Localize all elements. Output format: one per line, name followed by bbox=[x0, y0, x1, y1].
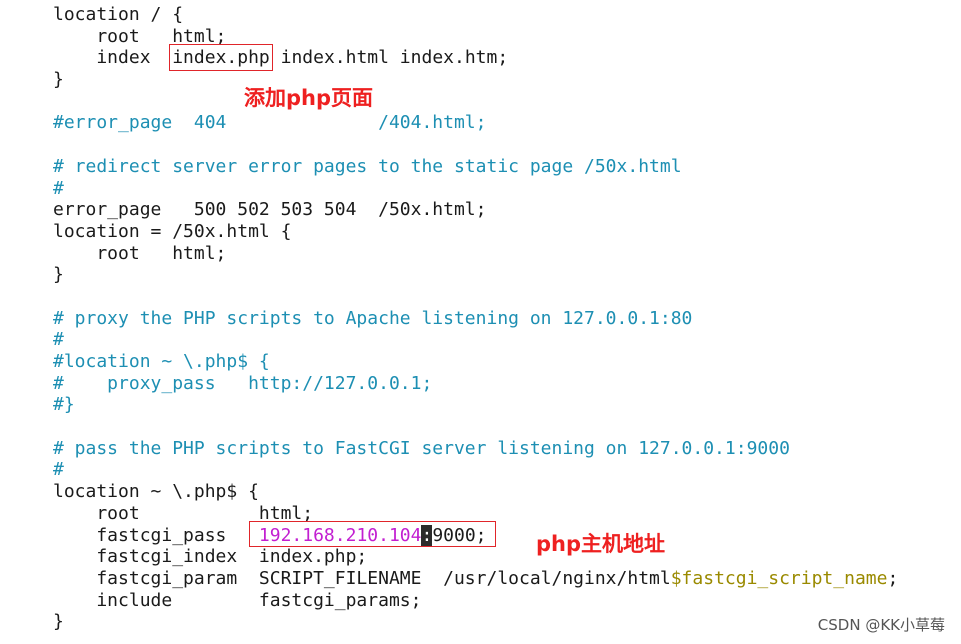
code-text: } bbox=[53, 264, 64, 286]
highlight-index-php: index.php bbox=[169, 44, 273, 72]
code-comment: #error_page 404 /404.html; bbox=[53, 112, 487, 134]
code-text: } bbox=[53, 69, 64, 91]
code-text: location / { bbox=[53, 4, 184, 25]
code-text: location = /50x.html { bbox=[53, 220, 292, 242]
code-text: fastcgi_index index.php; bbox=[53, 546, 368, 568]
code-line: root html; bbox=[53, 26, 898, 48]
code-text: index bbox=[53, 47, 173, 69]
code-text: error_page 500 502 503 504 /50x.html; bbox=[53, 199, 487, 221]
code-line: error_page 500 502 503 504 /50x.html; bbox=[53, 199, 898, 221]
code-line: } bbox=[53, 611, 898, 633]
code-text: location ~ \.php$ { bbox=[53, 481, 259, 503]
code-line: # bbox=[53, 178, 898, 200]
code-comment: # pass the PHP scripts to FastCGI server… bbox=[53, 437, 790, 459]
annotation-php-host-address: php主机地址 bbox=[536, 532, 666, 556]
code-line: #location ~ \.php$ { bbox=[53, 351, 898, 373]
code-comment: # bbox=[53, 177, 64, 199]
code-line: location ~ \.php$ { bbox=[53, 481, 898, 503]
code-line: location / { bbox=[53, 4, 898, 26]
code-comment: #location ~ \.php$ { bbox=[53, 351, 270, 372]
fastcgi-script-name-var: $fastcgi_script_name bbox=[670, 567, 888, 589]
code-line: # bbox=[53, 459, 898, 481]
code-text: fastcgi_param SCRIPT_FILENAME /usr/local… bbox=[53, 567, 671, 589]
code-comment: # redirect server error pages to the sta… bbox=[53, 155, 682, 177]
code-comment: # proxy_pass http://127.0.0.1; bbox=[53, 372, 433, 394]
code-line: fastcgi_index index.php; bbox=[53, 546, 898, 568]
annotation-add-php-page: 添加php页面 bbox=[244, 86, 374, 110]
code-line: } bbox=[53, 69, 898, 91]
code-text: } bbox=[53, 611, 64, 633]
code-line: index index.php index.html index.htm; bbox=[53, 44, 898, 72]
code-line: #error_page 404 /404.html; bbox=[53, 112, 898, 134]
code-line: location = /50x.html { bbox=[53, 221, 898, 243]
code-line: # proxy_pass http://127.0.0.1; bbox=[53, 373, 898, 395]
code-text: root html; bbox=[53, 25, 227, 47]
code-line: include fastcgi_params; bbox=[53, 590, 898, 612]
code-line: fastcgi_param SCRIPT_FILENAME /usr/local… bbox=[53, 568, 898, 590]
code-comment: # bbox=[53, 459, 64, 481]
code-line: # redirect server error pages to the sta… bbox=[53, 156, 898, 178]
code-text: ; bbox=[887, 567, 899, 589]
code-line: } bbox=[53, 264, 898, 286]
highlight-box-php-host bbox=[249, 521, 496, 547]
code-comment: # bbox=[53, 329, 64, 351]
code-text: fastcgi_pass bbox=[53, 524, 259, 546]
code-text: root html; bbox=[53, 242, 227, 264]
code-line: #} bbox=[53, 394, 898, 416]
code-line: # proxy the PHP scripts to Apache listen… bbox=[53, 308, 898, 330]
code-text: index.html index.htm; bbox=[269, 47, 509, 69]
watermark: CSDN @KK小草莓 bbox=[817, 616, 945, 634]
code-line: # pass the PHP scripts to FastCGI server… bbox=[53, 438, 898, 460]
code-text: include fastcgi_params; bbox=[53, 589, 422, 611]
code-comment: #} bbox=[53, 394, 75, 416]
code-line: # bbox=[53, 329, 898, 351]
code-comment: # proxy the PHP scripts to Apache listen… bbox=[53, 307, 693, 329]
code-line: root html; bbox=[53, 243, 898, 265]
